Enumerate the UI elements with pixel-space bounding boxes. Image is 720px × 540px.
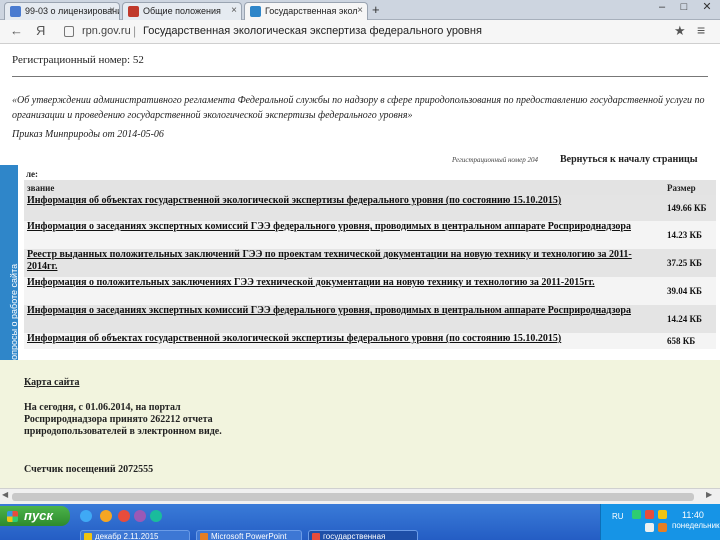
url-separator: | bbox=[133, 24, 137, 38]
file-size: 658 КБ bbox=[664, 333, 716, 349]
scroll-right-icon[interactable]: ▶ bbox=[706, 490, 712, 499]
taskbar-button-label: Microsoft PowerPoint bbox=[211, 532, 287, 540]
windows-logo-icon bbox=[7, 511, 18, 522]
column-header-name: звание bbox=[24, 180, 664, 195]
tab-label: 99-03 о лицензировани bbox=[25, 6, 120, 16]
browser-tab-strip: 99-03 о лицензировани × Общие положения … bbox=[0, 0, 720, 20]
document-title: «Об утверждении административного реглам… bbox=[12, 95, 705, 121]
files-table: звание Размер Информация об объектах гос… bbox=[24, 180, 716, 349]
file-size: 14.24 КБ bbox=[664, 305, 716, 333]
tab-label: Общие положения bbox=[143, 6, 221, 16]
table-row: Реестр выданных положительных заключений… bbox=[24, 249, 716, 277]
bookmark-star-icon[interactable]: ★ bbox=[674, 23, 686, 39]
maximize-button[interactable]: □ bbox=[674, 0, 694, 16]
desktop-icon[interactable] bbox=[150, 510, 162, 522]
file-link[interactable]: Информация о положительных заключениях Г… bbox=[27, 277, 595, 288]
page-info-icon[interactable] bbox=[64, 26, 74, 37]
back-button[interactable]: ← bbox=[10, 23, 23, 39]
url-title[interactable]: Государственная экологическая экспертиза… bbox=[143, 25, 482, 37]
file-link[interactable]: Реестр выданных положительных заключений… bbox=[27, 249, 632, 272]
browser-tab-general[interactable]: Общие положения × bbox=[122, 2, 242, 20]
taskbar-button-label: государственная bbox=[323, 532, 386, 540]
file-size: 149.66 КБ bbox=[664, 195, 716, 221]
network-icon[interactable] bbox=[632, 510, 641, 519]
horizontal-scrollbar[interactable]: ◀ ▶ bbox=[0, 488, 720, 504]
favicon-icon bbox=[128, 6, 139, 17]
tray-app-icon[interactable] bbox=[658, 523, 667, 532]
folder-icon bbox=[84, 533, 92, 540]
table-row: Информация об объектах государственной э… bbox=[24, 333, 716, 349]
start-button[interactable]: пуск bbox=[0, 506, 70, 526]
registration-label: Регистрационный номер 204 bbox=[452, 156, 538, 164]
minimize-button[interactable]: – bbox=[652, 0, 672, 16]
browser-icon[interactable] bbox=[118, 510, 130, 522]
page-content: Регистрационный номер: 52 «Об утверждени… bbox=[0, 45, 720, 488]
scroll-left-icon[interactable]: ◀ bbox=[2, 490, 8, 499]
close-icon[interactable]: × bbox=[231, 3, 237, 19]
volume-icon[interactable] bbox=[658, 510, 667, 519]
file-size: 39.04 КБ bbox=[664, 277, 716, 305]
taskbar-button-label: декабр 2.11.2015 bbox=[95, 532, 159, 540]
start-label: пуск bbox=[24, 508, 53, 523]
favicon-icon bbox=[250, 6, 261, 17]
language-indicator[interactable]: RU bbox=[612, 512, 624, 521]
taskbar: пуск декабр 2.11.2015 Microsoft PowerPoi… bbox=[0, 504, 720, 540]
tray-app-icon[interactable] bbox=[645, 523, 654, 532]
file-link[interactable]: Информация об объектах государственной э… bbox=[27, 195, 561, 206]
taskbar-button-folder[interactable]: декабр 2.11.2015 bbox=[80, 530, 190, 540]
order-info: Приказ Минприроды от 2014-05-06 bbox=[12, 129, 164, 140]
table-row: Информация о положительных заключениях Г… bbox=[24, 277, 716, 305]
new-tab-button[interactable]: + bbox=[372, 3, 380, 17]
tab-label: Государственная экол bbox=[265, 6, 358, 16]
ie-icon[interactable] bbox=[80, 510, 92, 522]
registration-number: Регистрационный номер: 52 bbox=[12, 54, 144, 66]
media-icon[interactable] bbox=[134, 510, 146, 522]
address-bar: ← Я rpn.gov.ru | Государственная экологи… bbox=[0, 20, 720, 44]
file-link[interactable]: Информация о заседаниях экспертных комис… bbox=[27, 305, 631, 316]
visit-counter: Счетчик посещений 2072555 bbox=[24, 464, 154, 475]
file-size: 37.25 КБ bbox=[664, 249, 716, 277]
browser-menu-icon[interactable]: ≡ bbox=[697, 22, 705, 38]
url-domain[interactable]: rpn.gov.ru bbox=[82, 25, 131, 37]
reports-stats: На сегодня, с 01.06.2014, на портал Росп… bbox=[24, 402, 222, 437]
taskbar-button-browser[interactable]: государственная bbox=[308, 530, 418, 540]
browser-icon bbox=[312, 533, 320, 540]
file-size: 14.23 КБ bbox=[664, 221, 716, 249]
back-to-top-link[interactable]: Вернуться к началу страницы bbox=[560, 154, 698, 165]
powerpoint-icon bbox=[200, 533, 208, 540]
close-icon[interactable]: × bbox=[109, 3, 115, 19]
divider bbox=[12, 76, 708, 77]
clock-day: понедельник bbox=[672, 521, 720, 530]
window-close-button[interactable]: ✕ bbox=[696, 0, 718, 16]
file-link[interactable]: Информация о заседаниях экспертных комис… bbox=[27, 221, 631, 232]
table-header-row: звание Размер bbox=[24, 180, 716, 195]
browser-tab-licensing[interactable]: 99-03 о лицензировани × bbox=[4, 2, 120, 20]
close-icon[interactable]: × bbox=[357, 3, 363, 19]
reload-button[interactable]: Я bbox=[36, 23, 45, 39]
table-row: Информация о заседаниях экспертных комис… bbox=[24, 305, 716, 333]
clock[interactable]: 11:40 bbox=[682, 510, 704, 520]
table-row: Информация о заседаниях экспертных комис… bbox=[24, 221, 716, 249]
sitemap-link[interactable]: Карта сайта bbox=[24, 377, 79, 388]
antivirus-icon[interactable] bbox=[645, 510, 654, 519]
folder-icon[interactable] bbox=[100, 510, 112, 522]
taskbar-button-powerpoint[interactable]: Microsoft PowerPoint bbox=[196, 530, 302, 540]
browser-tab-ecological[interactable]: Государственная экол × bbox=[244, 2, 368, 20]
file-link[interactable]: Информация об объектах государственной э… bbox=[27, 333, 561, 344]
files-label: ле: bbox=[26, 169, 39, 179]
table-row: Информация об объектах государственной э… bbox=[24, 195, 716, 221]
scrollbar-thumb[interactable] bbox=[12, 493, 694, 501]
column-header-size: Размер bbox=[664, 180, 716, 195]
favicon-icon bbox=[10, 6, 21, 17]
